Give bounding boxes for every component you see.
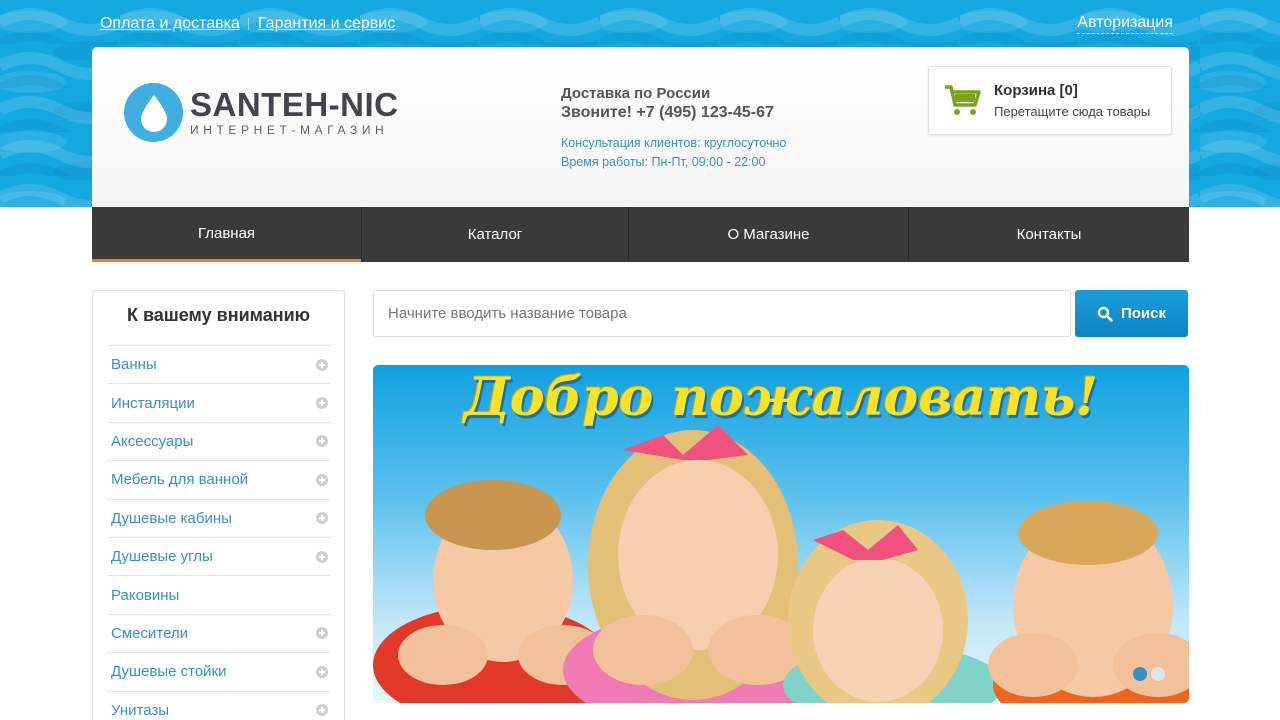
- cart-widget[interactable]: Корзина [0] Перетащите сюда товары: [928, 66, 1172, 135]
- water-drop-icon: [124, 83, 183, 142]
- hours-text: Время работы: Пн-Пт, 09:00 - 22:00: [561, 155, 766, 169]
- category-sidebar: К вашему вниманию Ванны Инсталяции Аксес…: [92, 290, 345, 720]
- category-item[interactable]: Аксессуары: [107, 421, 330, 460]
- phone-text: Звоните! +7 (495) 123-45-67: [561, 104, 774, 121]
- expand-plus-icon[interactable]: [316, 358, 328, 371]
- nav-item-home[interactable]: Главная: [92, 207, 361, 262]
- shopping-cart-icon: [943, 83, 981, 122]
- nav-item-about[interactable]: О Магазине: [628, 207, 908, 262]
- top-links: Оплата и доставка Гарантия и сервис: [100, 13, 395, 35]
- cart-hint: Перетащите сюда товары: [994, 104, 1151, 119]
- slider-dot-2[interactable]: [1151, 667, 1165, 681]
- logo-title: SANTEH-NIC: [190, 86, 399, 123]
- expand-plus-icon[interactable]: [316, 550, 328, 563]
- slider-dot-1[interactable]: [1133, 667, 1147, 681]
- cart-title: Корзина [0]: [994, 82, 1078, 99]
- category-item[interactable]: Ванны: [107, 345, 330, 383]
- category-item[interactable]: Раковины: [107, 575, 330, 613]
- category-item[interactable]: Инсталяции: [107, 383, 330, 421]
- category-item[interactable]: Душевые углы: [107, 536, 330, 575]
- category-item[interactable]: Унитазы: [107, 690, 330, 720]
- expand-plus-icon[interactable]: [316, 512, 328, 525]
- main-nav: Главная Каталог О Магазине Контакты: [92, 207, 1189, 262]
- expand-plus-icon[interactable]: [316, 704, 328, 717]
- search-button-label: Поиск: [1120, 305, 1166, 322]
- logo[interactable]: SANTEH-NIC ИНТЕРНЕТ-МАГАЗИН: [124, 83, 399, 142]
- search-input[interactable]: [373, 290, 1071, 337]
- welcome-banner[interactable]: Добро пожаловать!: [373, 365, 1189, 703]
- expand-plus-icon[interactable]: [316, 473, 328, 486]
- banner-title: Добро пожаловать!: [463, 367, 1099, 428]
- expand-plus-icon[interactable]: [316, 397, 328, 410]
- sidebar-title: К вашему вниманию: [126, 305, 311, 325]
- warranty-link[interactable]: Гарантия и сервис: [258, 15, 395, 33]
- category-list: Ванны Инсталяции Аксессуары Мебель для в…: [107, 345, 330, 720]
- auth-link[interactable]: Авторизация: [1077, 13, 1173, 34]
- nav-item-contacts[interactable]: Контакты: [908, 207, 1189, 262]
- site-header: SANTEH-NIC ИНТЕРНЕТ-МАГАЗИН Доставка по …: [92, 47, 1189, 207]
- link-separator: [247, 18, 249, 30]
- slider-dots: [1133, 667, 1165, 681]
- category-item[interactable]: Смесители: [107, 613, 330, 652]
- contact-info: Доставка по России Звоните! +7 (495) 123…: [561, 85, 786, 172]
- delivery-link[interactable]: Оплата и доставка: [100, 15, 240, 33]
- logo-subtitle: ИНТЕРНЕТ-МАГАЗИН: [190, 123, 389, 137]
- expand-plus-icon[interactable]: [316, 665, 328, 678]
- delivery-text: Доставка по России: [561, 85, 711, 102]
- category-item[interactable]: Душевые кабины: [107, 498, 330, 537]
- search-button[interactable]: Поиск: [1075, 290, 1188, 337]
- category-item[interactable]: Душевые стойки: [107, 652, 330, 690]
- search-icon: [1097, 306, 1113, 322]
- expand-plus-icon[interactable]: [316, 627, 328, 640]
- consult-text: Консультация клиентов: круглосуточно: [561, 136, 787, 150]
- nav-item-catalog[interactable]: Каталог: [361, 207, 628, 262]
- expand-plus-icon[interactable]: [316, 435, 328, 448]
- category-item[interactable]: Мебель для ванной: [107, 460, 330, 498]
